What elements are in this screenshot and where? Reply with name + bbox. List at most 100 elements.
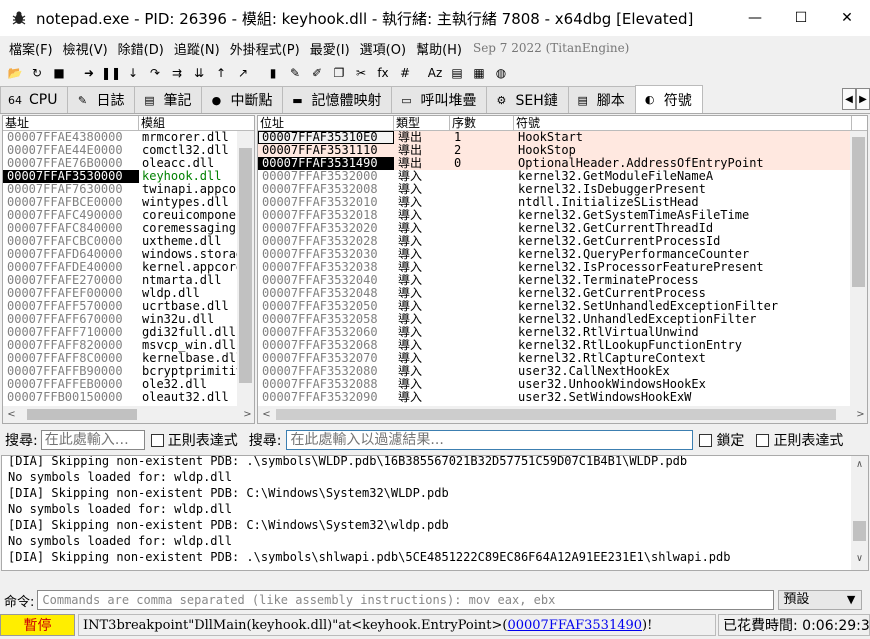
scroll-right-icon[interactable]: > (852, 406, 867, 423)
symbol-row[interactable]: 00007FFAF3532000 導入 kernel32.GetModuleFile… (258, 170, 852, 183)
open-icon[interactable]: 📂 (5, 63, 25, 83)
tab-seh[interactable]: ⚙ SEH鏈 (486, 86, 569, 113)
symbol-search-input[interactable] (286, 430, 694, 450)
tab-scroll-right-icon[interactable]: ▶ (856, 88, 870, 110)
scroll-left-icon[interactable]: < (3, 406, 20, 423)
module-row[interactable]: 00007FFAE44E0000 comctl32.dll (3, 144, 239, 157)
scroll-up-icon[interactable]: ∧ (851, 456, 868, 473)
symbol-row[interactable]: 00007FFAF3532058 導入 kernel32.UnhandledExce… (258, 313, 852, 326)
tab-memory-map[interactable]: ▬ 記憶體映射 (282, 86, 393, 113)
run-icon[interactable]: ➜ (79, 63, 99, 83)
modules-hscroll[interactable]: < > (3, 406, 254, 423)
restart-icon[interactable]: ↻ (27, 63, 47, 83)
menu-favourites[interactable]: 最愛(I) (305, 39, 355, 58)
module-row[interactable]: 00007FFAFE270000 ntmarta.dll (3, 274, 239, 287)
trace-record-icon[interactable]: ▤ (447, 63, 467, 83)
symbol-row[interactable]: 00007FFAF3532008 導入 kernel32.IsDebuggerPre… (258, 183, 852, 196)
hash-icon[interactable]: # (395, 63, 415, 83)
modules-vscroll[interactable] (237, 131, 254, 407)
run-to-user-code-icon[interactable]: ↗ (233, 63, 253, 83)
log-vscroll-thumb[interactable] (853, 521, 866, 541)
menu-plugins[interactable]: 外掛程式(P) (225, 39, 305, 58)
menu-view[interactable]: 檢視(V) (58, 39, 113, 58)
tab-cpu[interactable]: 64 CPU (0, 86, 69, 113)
symbol-row[interactable]: 00007FFAF3532040 導入 kernel32.TerminateProc… (258, 274, 852, 287)
module-row[interactable]: 00007FFAFD640000 windows.storage.dll (3, 248, 239, 261)
tab-call-stack[interactable]: ▭ 呼叫堆疊 (391, 86, 488, 113)
font-icon[interactable]: Aᴢ (425, 63, 445, 83)
column-symbol[interactable]: 符號 (514, 116, 852, 130)
symbol-row[interactable]: 00007FFAF3531490 導出 0 OptionalHeader.Addres… (258, 157, 852, 170)
step-over-icon[interactable]: ↷ (145, 63, 165, 83)
scroll-down-icon[interactable]: ∨ (851, 550, 868, 567)
module-row[interactable]: 00007FFAFC490000 coreuicomponents.dll (3, 209, 239, 222)
module-row[interactable]: 00007FFAFEF00000 wldp.dll (3, 287, 239, 300)
module-row[interactable]: 00007FFAF3530000 keyhook.dll (3, 170, 239, 183)
log-vscroll[interactable]: ∧ ∨ (851, 456, 868, 570)
module-regex-checkbox[interactable] (150, 433, 164, 447)
symbol-row[interactable]: 00007FFAF3532070 導入 kernel32.RtlCaptureCon… (258, 352, 852, 365)
module-row[interactable]: 00007FFAFBCE0000 wintypes.dll (3, 196, 239, 209)
module-row[interactable]: 00007FFAFCBC0000 uxtheme.dll (3, 235, 239, 248)
minimize-button[interactable]: — (732, 0, 778, 36)
symbol-row[interactable]: 00007FFAF3532068 導入 kernel32.RtlLookupFunc… (258, 339, 852, 352)
log-view[interactable]: [DIA] Skipping non-existent PDB: .\symbo… (1, 455, 869, 571)
trace-over-icon[interactable]: ⇊ (189, 63, 209, 83)
tab-script[interactable]: ▤ 腳本 (567, 86, 636, 113)
modules-hscroll-thumb[interactable] (27, 409, 137, 420)
module-row[interactable]: 00007FFAE76B0000 oleacc.dll (3, 157, 239, 170)
symbol-row[interactable]: 00007FFAF3532038 導入 kernel32.IsProcessorFe… (258, 261, 852, 274)
column-type[interactable]: 類型 (394, 116, 450, 130)
modules-vscroll-thumb[interactable] (239, 148, 252, 383)
execute-till-return-icon[interactable]: ↑ (211, 63, 231, 83)
column-base[interactable]: 基址 (3, 116, 139, 130)
module-row[interactable]: 00007FFAFF820000 msvcp_win.dll (3, 339, 239, 352)
command-input[interactable]: Commands are comma separated (like assem… (37, 590, 775, 610)
module-row[interactable]: 00007FFAFF670000 win32u.dll (3, 313, 239, 326)
scroll-left-icon[interactable]: < (258, 406, 275, 423)
symbols-vscroll-thumb[interactable] (852, 137, 865, 287)
module-row[interactable]: 00007FFAFFB90000 bcryptprimitives.dll (3, 365, 239, 378)
menu-file[interactable]: 檔案(F) (4, 39, 58, 58)
calculator-icon[interactable]: ▦ (469, 63, 489, 83)
symbol-row[interactable]: 00007FFAF3532060 導入 kernel32.RtlVirtualUnw… (258, 326, 852, 339)
symbol-row[interactable]: 00007FFAF3532050 導入 kernel32.SetUnhandledE… (258, 300, 852, 313)
module-search-input[interactable] (40, 430, 145, 450)
symbol-row[interactable]: 00007FFAF3532030 導入 kernel32.QueryPerforma… (258, 248, 852, 261)
symbol-row[interactable]: 00007FFAF3532010 導入 ntdll.InitializeSListH… (258, 196, 852, 209)
column-ordinal[interactable]: 序數 (450, 116, 514, 130)
menu-debug[interactable]: 除錯(D) (113, 39, 169, 58)
scroll-right-icon[interactable]: > (239, 406, 254, 423)
trace-into-icon[interactable]: ⇉ (167, 63, 187, 83)
scylla-icon[interactable]: ▮ (263, 63, 283, 83)
pause-icon[interactable]: ❚❚ (101, 63, 121, 83)
module-row[interactable]: 00007FFAFF710000 gdi32full.dll (3, 326, 239, 339)
close-button[interactable]: ✕ (824, 0, 870, 36)
menu-help[interactable]: 幫助(H) (411, 39, 467, 58)
symbol-row[interactable]: 00007FFAF3532090 導入 user32.SetWindowsHookE… (258, 391, 852, 404)
symbol-row[interactable]: 00007FFAF3532048 導入 kernel32.GetCurrentPro… (258, 287, 852, 300)
comments-icon[interactable]: ✐ (307, 63, 327, 83)
symbols-vscroll[interactable] (850, 131, 867, 407)
patch-icon[interactable]: ✎ (285, 63, 305, 83)
symbol-row[interactable]: 00007FFAF35310E0 導出 1 HookStart (258, 131, 852, 144)
step-into-icon[interactable]: ↓ (123, 63, 143, 83)
tab-notes[interactable]: ▤ 筆記 (134, 86, 203, 113)
symbols-hscroll-thumb[interactable] (276, 409, 836, 420)
module-row[interactable]: 00007FFAFF570000 ucrtbase.dll (3, 300, 239, 313)
tab-log[interactable]: ✎ 日誌 (67, 86, 136, 113)
symbol-row[interactable]: 00007FFAF3532080 導入 user32.CallNextHookEx (258, 365, 852, 378)
tab-scroll-left-icon[interactable]: ◀ (842, 88, 856, 110)
module-row[interactable]: 00007FFAFC840000 coremessaging.dll (3, 222, 239, 235)
globe-icon[interactable]: ◍ (491, 63, 511, 83)
stop-icon[interactable]: ■ (49, 63, 69, 83)
symbol-regex-checkbox[interactable] (756, 433, 770, 447)
symbols-hscroll[interactable]: < > (258, 406, 867, 423)
symbol-row[interactable]: 00007FFAF3532018 導入 kernel32.GetSystemTime… (258, 209, 852, 222)
command-mode-select[interactable]: 預設 ▼ (778, 590, 863, 610)
tab-symbols[interactable]: ◐ 符號 (634, 85, 703, 113)
menu-trace[interactable]: 追蹤(N) (169, 39, 225, 58)
status-address-link[interactable]: 00007FFAF3531490 (507, 618, 642, 633)
module-row[interactable]: 00007FFAFDE40000 kernel.appcore.dll (3, 261, 239, 274)
column-module[interactable]: 模組 (139, 116, 254, 130)
